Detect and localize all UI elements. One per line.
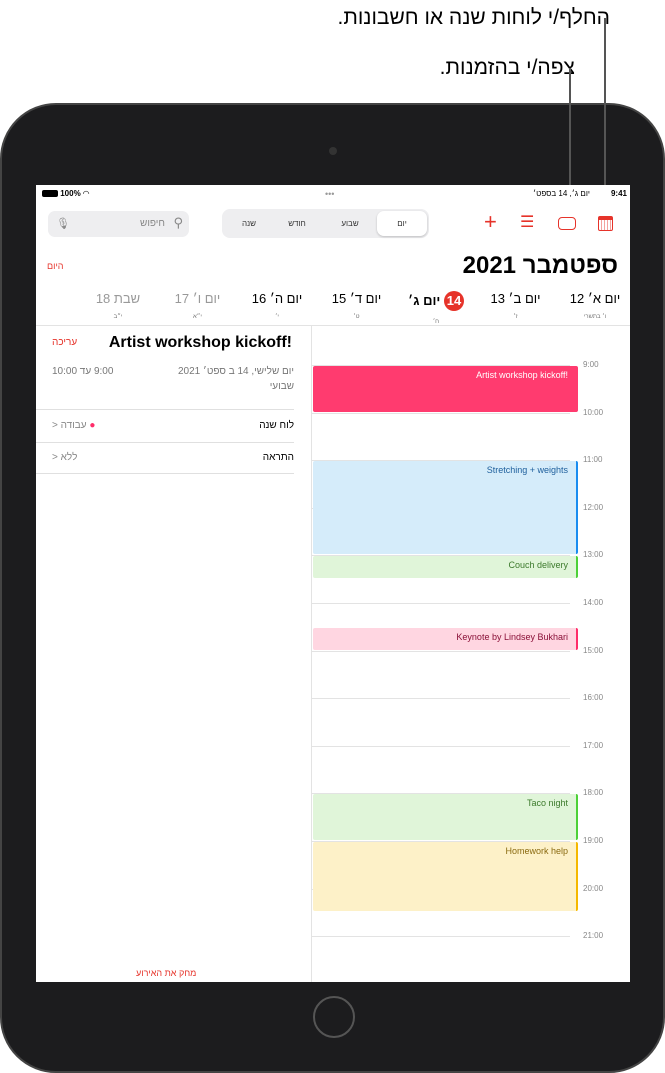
tab-day[interactable]: יום	[377, 211, 427, 236]
search-icon: ⚲	[173, 215, 183, 230]
day-label: יום ה׳ 16	[251, 291, 303, 306]
alert-value: ללא	[60, 452, 78, 463]
hebrew-date: י׳	[275, 314, 279, 320]
hour-label: 12:00	[583, 502, 604, 512]
hour-label: 16:00	[583, 693, 604, 703]
hour-line	[312, 650, 570, 652]
event-repeat: שבועי	[269, 381, 294, 392]
day-label: יום ב׳ 13	[490, 291, 541, 306]
tab-week[interactable]: שבוע	[325, 211, 375, 236]
chevron-left-icon: <	[52, 420, 58, 431]
page-title: ספטמבר 2021	[462, 252, 618, 279]
day-label: יום ד׳ 15	[331, 291, 382, 306]
calendars-icon[interactable]	[598, 216, 613, 231]
day-column-1[interactable]: יום ב׳ 13 ז׳	[476, 291, 556, 320]
day-label: יום א׳ 12	[569, 291, 621, 306]
calendar-color-dot: ●	[89, 420, 96, 431]
hour-label: 11:00	[583, 455, 603, 465]
alert-label: התראה	[262, 452, 294, 463]
hour-line	[312, 698, 570, 700]
hour-label: 14:00	[583, 598, 604, 607]
event-block[interactable]: Homework help	[313, 842, 578, 912]
hour-line	[312, 412, 570, 414]
inbox-icon[interactable]	[558, 217, 576, 230]
search-input[interactable]: חיפוש	[140, 218, 165, 229]
hour-label: 13:00	[583, 550, 604, 560]
day-label: יום ג׳	[408, 293, 441, 308]
day-label: שבת 18	[95, 291, 141, 306]
wifi-icon: ◠	[82, 189, 90, 198]
day-column-3[interactable]: יום ד׳ 15 ט׳	[317, 291, 397, 320]
calendar-row[interactable]: לוח שנה ● עבודה <	[52, 420, 294, 431]
calendar-value: עבודה	[60, 420, 87, 431]
day-column-0[interactable]: יום א׳ 12 ו׳ בתשרי	[555, 291, 630, 320]
event-time: 9:00 עד 10:00	[52, 366, 114, 377]
calendar-label: לוח שנה	[259, 420, 294, 431]
event-date-row: יום שלישי, 14 ב ספט׳ 2021 9:00 עד 10:00 …	[52, 366, 294, 392]
event-title: Artist workshop kickoff!	[108, 334, 292, 351]
hebrew-date: ז׳	[513, 314, 518, 320]
tab-month[interactable]: חודש	[272, 211, 322, 236]
hour-label: 18:00	[583, 788, 604, 798]
chevron-left-icon: <	[52, 452, 58, 463]
add-event-icon[interactable]: +	[484, 209, 497, 235]
day-column-6[interactable]: שבת 18 י״ב	[78, 291, 158, 320]
hour-label: 19:00	[583, 836, 604, 845]
event-block[interactable]: Taco night	[313, 794, 578, 840]
day-column-4[interactable]: יום ה׳ 16 י׳	[237, 291, 317, 320]
hebrew-date: ו׳ בתשרי	[583, 314, 607, 320]
status-time: 9:41	[610, 189, 627, 198]
calendar-screen: 100% ◠ ••• יום ג׳, 14 בספט׳ 9:41 🎙 חיפוש…	[36, 185, 630, 982]
hour-label: 21:00	[583, 931, 604, 941]
hour-line	[312, 936, 570, 938]
day-column-5[interactable]: יום ו׳ 17 י״א	[158, 291, 238, 320]
hour-label: 9:00	[583, 360, 599, 369]
hour-label: 15:00	[583, 645, 604, 655]
today-button[interactable]: היום	[47, 261, 63, 271]
hebrew-date: י״ב	[113, 314, 123, 320]
list-icon[interactable]: ☰	[520, 212, 534, 232]
day-label: יום ו׳ 17	[174, 291, 221, 306]
alert-row[interactable]: התראה ללא <	[52, 452, 294, 463]
hebrew-date: ט׳	[353, 314, 360, 320]
event-block[interactable]: Artist workshop kickoff!	[313, 366, 578, 412]
hour-label: 20:00	[583, 883, 604, 893]
home-button[interactable]	[313, 996, 355, 1038]
day-column-2[interactable]: 14 יום ג׳ ח׳	[396, 291, 476, 325]
event-block[interactable]: Couch delivery	[313, 556, 578, 579]
multitask-dots-icon[interactable]: •••	[325, 189, 334, 199]
battery-status: 100% ◠	[42, 189, 89, 198]
event-block[interactable]: Keynote by Lindsey Bukhari	[313, 627, 578, 650]
event-block[interactable]: Stretching + weights	[313, 461, 578, 555]
tab-year[interactable]: שנה	[224, 211, 274, 236]
callout-calendars: החלף/י לוחות שנה או חשבונות.	[337, 6, 610, 29]
delete-event-button[interactable]: מחק את האירוע	[136, 968, 196, 978]
hour-label: 10:00	[583, 407, 604, 417]
hour-line	[312, 603, 570, 604]
callout-line	[604, 18, 606, 208]
search-field[interactable]: 🎙 חיפוש ⚲	[48, 211, 189, 237]
hour-line	[312, 745, 570, 747]
hebrew-date: י״א	[193, 314, 202, 320]
event-date: יום שלישי, 14 ב ספט׳ 2021	[177, 366, 294, 377]
hour-label: 17:00	[583, 740, 604, 750]
status-date: יום ג׳, 14 בספט׳	[533, 189, 590, 198]
today-badge: 14	[443, 291, 464, 311]
callout-inbox: צפה/י בהזמנות.	[439, 56, 575, 79]
microphone-icon[interactable]: 🎙	[56, 217, 70, 230]
view-switcher[interactable]: יום שבוע חודש שנה	[222, 209, 429, 238]
edit-button[interactable]: עריכה	[52, 337, 77, 348]
camera	[329, 147, 337, 155]
